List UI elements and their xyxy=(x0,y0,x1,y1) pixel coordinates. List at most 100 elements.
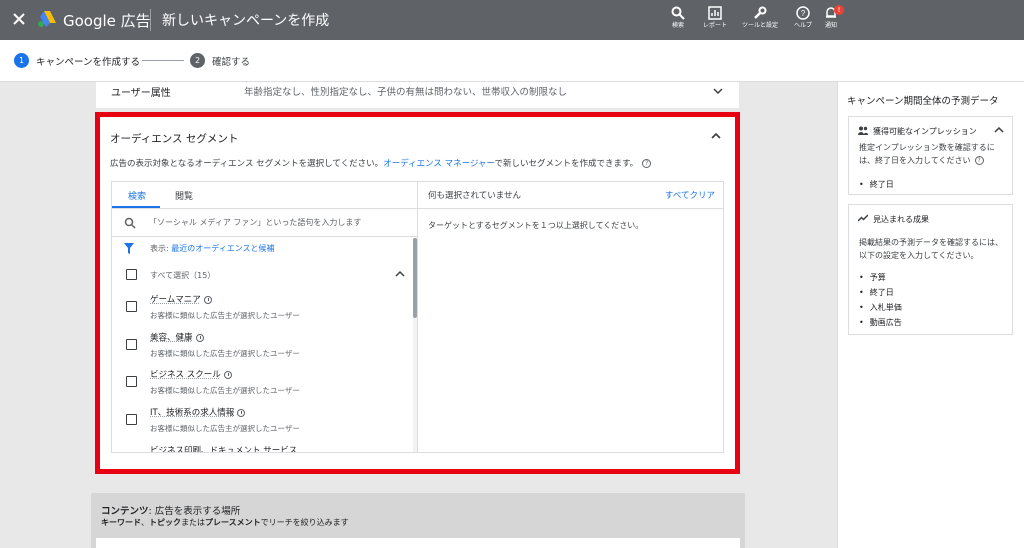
scrollbar-thumb[interactable] xyxy=(413,238,417,318)
chevron-up-icon[interactable] xyxy=(710,130,722,142)
search-button[interactable]: 検索 xyxy=(658,6,698,40)
segment-checkbox[interactable] xyxy=(126,339,137,350)
clock-icon xyxy=(223,370,232,379)
clock-icon xyxy=(237,408,246,417)
content-subtitle-rest: でリーチを絞り込みます xyxy=(260,518,349,527)
segment-name[interactable]: ビジネス印刷、ドキュメント サービス xyxy=(150,444,297,452)
expected-results-heading: 見込まれる成果 xyxy=(873,215,929,224)
user-attributes-value: 年齢指定なし、性別指定なし、子供の有無は問わない、世帯収入の制限なし xyxy=(244,87,568,98)
audience-desc-text-after: で新しいセグメントを作成できます。 xyxy=(494,159,639,169)
filter-row[interactable]: 表示: 最近のオーディエンスと候補 xyxy=(150,243,275,254)
pane-divider xyxy=(418,208,723,209)
notification-badge: ! xyxy=(834,5,844,15)
tab-browse[interactable]: 閲覧 xyxy=(175,189,193,202)
segment-name[interactable]: IT、技術系の求人情報 xyxy=(150,406,246,418)
segment-checkbox[interactable] xyxy=(126,301,137,312)
tools-button-label: ツールと設定 xyxy=(741,22,778,29)
segment-description: お客様に類似した広告主が選択したユーザー xyxy=(150,311,300,320)
user-attributes-row[interactable]: ユーザー属性 年齢指定なし、性別指定なし、子供の有無は問わない、世帯収入の制限な… xyxy=(96,82,739,108)
segment-name[interactable]: 美容、健康 xyxy=(150,331,204,343)
list-item: 予算 xyxy=(859,272,886,283)
keywords-term: キーワード xyxy=(101,518,141,527)
report-button-label: レポート xyxy=(702,22,727,29)
step-2-label[interactable]: 確認する xyxy=(212,54,250,68)
segment-name[interactable]: ゲームマニア xyxy=(150,293,212,305)
step-1-number: 1 xyxy=(14,53,29,68)
impressions-heading: 獲得可能なインプレッション xyxy=(873,127,977,136)
segment-description: お客様に類似した広告主が選択したユーザー xyxy=(150,424,300,433)
step-connector xyxy=(142,60,184,61)
content-section-title: コンテンツ: 広告を表示する場所 xyxy=(101,503,240,517)
list-item: 終了日 xyxy=(859,287,894,298)
expected-results-description: 掲載結果の予測データを確認するには、以下の設定を入力してください。 xyxy=(859,238,1003,260)
trending-up-icon xyxy=(858,214,868,222)
audience-manager-link[interactable]: オーディエンス マネージャー xyxy=(383,159,494,169)
top-app-bar: Google 広告 新しいキャンペーンを作成 検索 レポート ツールと設定 ? … xyxy=(0,0,1024,40)
segment-name-text: IT、技術系の求人情報 xyxy=(150,408,235,418)
tools-button[interactable]: ツールと設定 xyxy=(740,6,780,40)
clear-all-button[interactable]: すべてクリア xyxy=(665,189,715,201)
segment-description: お客様に類似した広告主が選択したユーザー xyxy=(150,386,300,395)
segment-description: お客様に類似した広告主が選択したユーザー xyxy=(150,349,300,358)
clock-icon xyxy=(195,333,204,342)
content-title-bold: コンテンツ xyxy=(101,506,149,517)
select-all-checkbox[interactable] xyxy=(126,269,137,280)
selected-header: 何も選択されていません xyxy=(428,191,521,201)
clock-icon xyxy=(203,295,212,304)
audience-desc-text: 広告の表示対象となるオーディエンス セグメントを選択してください。 xyxy=(110,159,384,169)
chevron-up-icon[interactable] xyxy=(994,125,1004,135)
search-placeholder: 「ソーシャル メディア ファン」といった語句を入力します xyxy=(149,218,362,227)
content-title-rest: : 広告を表示する場所 xyxy=(148,506,241,517)
search-button-label: 検索 xyxy=(671,22,684,29)
stepper: 1 キャンペーンを作成する 2 確認する xyxy=(0,40,1024,82)
step-1-label[interactable]: キャンペーンを作成する xyxy=(36,54,140,68)
segment-checkbox[interactable] xyxy=(126,414,137,425)
list-item: 終了日 xyxy=(859,179,894,190)
help-icon: ? xyxy=(796,6,810,20)
close-icon[interactable] xyxy=(10,10,28,28)
list-item: 動画広告 xyxy=(859,317,902,328)
segment-name[interactable]: ビジネス スクール xyxy=(150,368,232,380)
step-2-number: 2 xyxy=(190,53,205,68)
audience-section-title: オーディエンス セグメント xyxy=(110,133,239,145)
audience-picker: 検索 閲覧 「ソーシャル メディア ファン」といった語句を入力します 表示: 最… xyxy=(111,181,724,453)
notifications-button-label: 通知 xyxy=(824,22,837,29)
content-section-subtitle: キーワード、トピックまたはプレースメントでリーチを絞り込みます xyxy=(101,517,349,528)
segment-name-text: ゲームマニア xyxy=(150,295,201,305)
people-icon xyxy=(858,126,868,135)
wrench-icon xyxy=(754,6,767,19)
segment-name-text: ビジネス スクール xyxy=(150,370,221,380)
impressions-description: 推定インプレッション数を確認するには、終了日を入力してください? xyxy=(859,141,1007,167)
report-button[interactable]: レポート xyxy=(695,6,735,40)
segment-name-text: 美容、健康 xyxy=(150,333,193,343)
audience-description: 広告の表示対象となるオーディエンス セグメントを選択してください。オーディエンス… xyxy=(110,157,652,169)
tab-search[interactable]: 検索 xyxy=(128,189,146,202)
selected-segments-pane: 何も選択されていません すべてクリア ターゲットとするセグメントを１つ以上選択し… xyxy=(418,182,723,452)
svg-text:?: ? xyxy=(801,9,806,18)
chevron-down-icon[interactable] xyxy=(713,86,723,96)
separator-text: または xyxy=(181,518,205,527)
forecast-title: キャンペーン期間全体の予測データ xyxy=(847,96,999,107)
chevron-up-icon[interactable] xyxy=(395,269,405,279)
search-icon xyxy=(124,217,136,229)
audience-search-input[interactable]: 「ソーシャル メディア ファン」といった語句を入力します xyxy=(112,209,418,237)
notifications-button[interactable]: 通知 xyxy=(811,6,851,40)
content-section[interactable]: コンテンツ: 広告を表示する場所 キーワード、トピックまたはプレースメントでリー… xyxy=(91,493,745,548)
content-section-body xyxy=(96,538,740,548)
google-ads-logo-icon xyxy=(38,11,56,27)
filter-funnel-icon[interactable] xyxy=(124,243,134,254)
list-item: 入札単価 xyxy=(859,302,902,313)
topics-term: トピック xyxy=(149,518,181,527)
help-circle-icon[interactable]: ? xyxy=(974,156,984,165)
empty-selection-message: ターゲットとするセグメントを１つ以上選択してください。 xyxy=(428,221,644,230)
user-attributes-label: ユーザー属性 xyxy=(111,88,171,99)
segment-checkbox[interactable] xyxy=(126,376,137,387)
audience-browse-pane: 検索 閲覧 「ソーシャル メディア ファン」といった語句を入力します 表示: 最… xyxy=(112,182,418,452)
help-circle-icon[interactable]: ? xyxy=(642,159,652,168)
search-icon xyxy=(671,6,685,20)
expected-results-card[interactable]: 見込まれる成果 掲載結果の予測データを確認するには、以下の設定を入力してください… xyxy=(848,204,1013,335)
filter-prefix: 表示: xyxy=(150,244,169,253)
app-brand: Google 広告 xyxy=(63,12,151,30)
impressions-card[interactable]: 獲得可能なインプレッション 推定インプレッション数を確認するには、終了日を入力し… xyxy=(848,116,1013,195)
divider xyxy=(150,9,151,31)
